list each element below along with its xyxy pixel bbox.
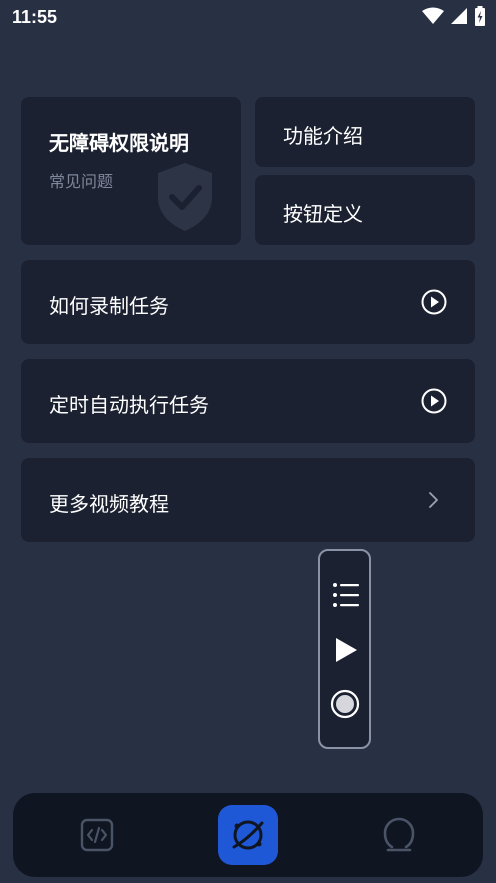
shield-check-icon <box>158 163 212 231</box>
chevron-right-icon <box>429 492 438 508</box>
more-videos-card[interactable]: 更多视频教程 <box>21 458 475 542</box>
list-icon[interactable] <box>332 582 360 608</box>
record-task-tutorial-card[interactable]: 如何录制任务 <box>21 260 475 344</box>
accessibility-title: 无障碍权限说明 <box>49 131 189 155</box>
button-definition-label: 按钮定义 <box>283 202 363 226</box>
code-icon <box>80 818 114 852</box>
status-bar: 11:55 <box>0 0 496 34</box>
status-icons <box>422 6 486 26</box>
nav-tab-scripts[interactable] <box>69 811 125 859</box>
status-time: 11:55 <box>12 7 58 27</box>
profile-icon <box>383 817 415 852</box>
floating-control-panel[interactable] <box>318 549 371 749</box>
wifi-icon <box>422 7 444 24</box>
orbit-icon <box>232 820 264 850</box>
accessibility-subtitle: 常见问题 <box>49 172 114 191</box>
more-videos-label: 更多视频教程 <box>49 492 169 516</box>
accessibility-permission-card[interactable]: 无障碍权限说明 常见问题 <box>21 97 241 245</box>
button-definition-card[interactable]: 按钮定义 <box>255 175 475 245</box>
play-circle-icon <box>421 289 447 315</box>
nav-tab-discover[interactable] <box>218 805 278 865</box>
nav-tab-profile[interactable] <box>371 811 427 859</box>
signal-icon <box>451 8 467 24</box>
schedule-task-label: 定时自动执行任务 <box>49 393 209 417</box>
record-task-label: 如何录制任务 <box>49 294 169 318</box>
play-circle-icon <box>421 388 447 414</box>
battery-icon <box>475 6 485 26</box>
play-icon[interactable] <box>334 637 358 663</box>
record-icon[interactable] <box>330 689 360 719</box>
feature-intro-card[interactable]: 功能介绍 <box>255 97 475 167</box>
bottom-navigation-bar <box>13 793 483 877</box>
feature-intro-label: 功能介绍 <box>283 124 363 148</box>
schedule-task-tutorial-card[interactable]: 定时自动执行任务 <box>21 359 475 443</box>
